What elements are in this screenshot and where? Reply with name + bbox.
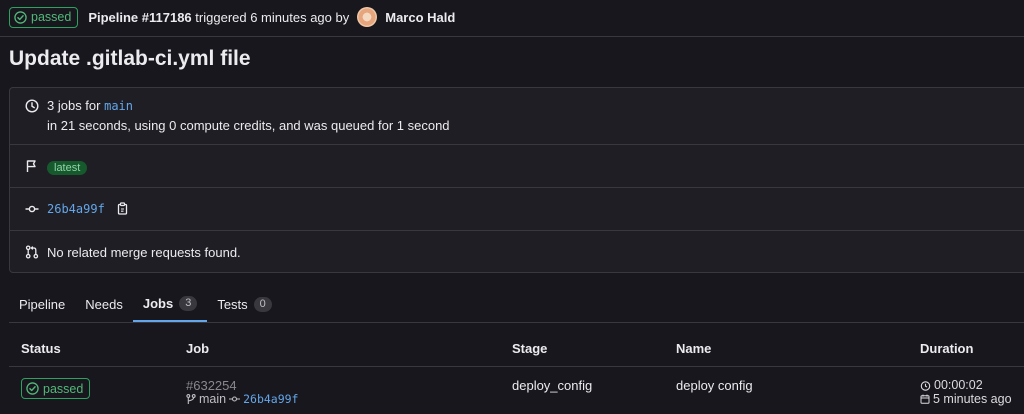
tab-pipeline[interactable]: Pipeline — [9, 287, 75, 322]
header-divider — [0, 36, 1024, 37]
latest-tag[interactable]: latest — [47, 161, 88, 175]
commit-sha-link[interactable]: 26b4a99f — [47, 202, 105, 216]
copy-icon[interactable] — [117, 201, 129, 218]
commit-row: 26b4a99f — [10, 188, 1024, 230]
status-badge-label: passed — [31, 10, 72, 24]
tab-tests[interactable]: Tests 0 — [207, 287, 281, 322]
tab-label: Pipeline — [19, 297, 66, 312]
merge-requests-text: No related merge requests found. — [47, 245, 241, 260]
job-status-badge[interactable]: passed — [21, 378, 91, 399]
job-finished-time: 5 minutes ago — [933, 392, 1012, 406]
commit-icon — [25, 202, 39, 216]
column-header-name[interactable]: Name — [676, 341, 711, 356]
column-header-duration[interactable]: Duration — [920, 341, 973, 356]
column-header-stage[interactable]: Stage — [512, 341, 547, 356]
merge-request-icon — [25, 245, 39, 259]
tab-needs[interactable]: Needs — [75, 287, 133, 322]
job-status-label: passed — [43, 381, 84, 396]
triggered-text: triggered 6 minutes ago by — [195, 9, 350, 25]
status-badge[interactable]: passed — [9, 6, 79, 28]
check-circle-icon — [26, 382, 39, 395]
column-header-status[interactable]: Status — [21, 341, 61, 356]
job-name[interactable]: deploy config — [676, 378, 753, 393]
duration-text: in 21 seconds, using 0 compute credits, … — [47, 118, 450, 133]
commit-icon — [229, 396, 241, 402]
jobs-count-text: 3 jobs for — [47, 98, 101, 113]
job-commit-link[interactable]: 26b4a99f — [243, 392, 298, 406]
timer-icon — [920, 380, 931, 391]
tab-count-badge: 0 — [253, 297, 272, 312]
pipeline-tabs: Pipeline Needs Jobs 3 Tests 0 — [9, 287, 282, 322]
branch-link[interactable]: main — [104, 99, 133, 113]
flag-icon — [25, 159, 39, 173]
tab-count-badge: 3 — [179, 296, 198, 311]
tab-jobs[interactable]: Jobs 3 — [132, 287, 208, 322]
branch-icon — [186, 393, 196, 404]
check-circle-icon — [14, 10, 27, 24]
tabs-divider — [9, 322, 1024, 323]
pipeline-summary: Pipeline #117186 triggered 6 minutes ago… — [88, 10, 349, 25]
calendar-icon — [920, 394, 930, 404]
pipeline-info-card: 3 jobs for main in 21 seconds, using 0 c… — [9, 87, 1024, 273]
job-ref-link[interactable]: main — [199, 392, 226, 406]
avatar[interactable] — [357, 7, 378, 27]
merge-requests-row: No related merge requests found. — [10, 231, 1024, 273]
pipeline-header: passed Pipeline #117186 triggered 6 minu… — [9, 6, 455, 28]
job-duration: 00:00:02 — [934, 378, 983, 392]
job-stage: deploy_config — [512, 378, 593, 393]
tab-label: Jobs — [142, 296, 174, 311]
page-title: Update .gitlab-ci.yml file — [9, 47, 251, 70]
pipeline-id: Pipeline #117186 — [88, 9, 192, 25]
clock-icon — [25, 99, 39, 113]
column-header-job[interactable]: Job — [186, 341, 209, 356]
tab-label: Needs — [85, 297, 123, 312]
author-name[interactable]: Marco Hald — [385, 10, 455, 25]
job-id-link[interactable]: #632254 — [186, 378, 237, 393]
tags-row: latest — [10, 145, 1024, 187]
table-header-divider — [9, 366, 1024, 367]
tab-label: Tests — [217, 297, 248, 312]
jobs-summary-row: 3 jobs for main in 21 seconds, using 0 c… — [10, 98, 1024, 134]
